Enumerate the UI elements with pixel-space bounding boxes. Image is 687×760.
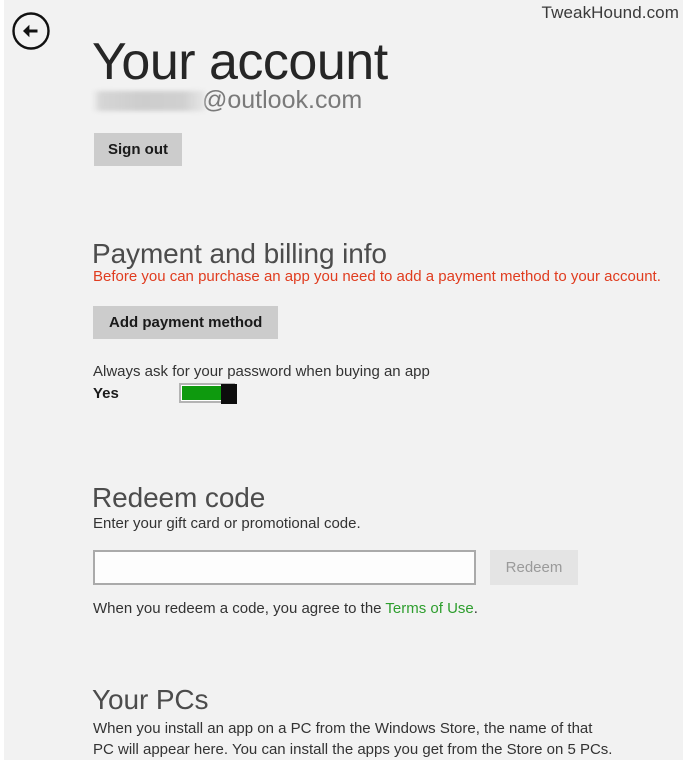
terms-suffix-text: . bbox=[473, 600, 478, 617]
terms-agreement-line: When you redeem a code, you agree to the… bbox=[93, 598, 478, 619]
account-page: TweakHound.com Your account @outlook.com… bbox=[0, 0, 687, 760]
password-prompt-label: Always ask for your password when buying… bbox=[93, 363, 430, 380]
redeem-code-input[interactable] bbox=[93, 550, 476, 585]
account-email: @outlook.com bbox=[92, 86, 362, 115]
back-arrow-circle-icon[interactable] bbox=[10, 10, 52, 52]
redeem-description: Enter your gift card or promotional code… bbox=[93, 515, 361, 532]
payment-warning-text: Before you can purchase an app you need … bbox=[93, 268, 661, 285]
redeem-row: Redeem bbox=[93, 550, 578, 585]
terms-prefix-text: When you redeem a code, you agree to the bbox=[93, 600, 386, 617]
redeem-button[interactable]: Redeem bbox=[490, 550, 578, 585]
password-toggle-row: Yes bbox=[93, 383, 237, 404]
password-toggle-state-label: Yes bbox=[93, 384, 119, 402]
account-email-domain: @outlook.com bbox=[202, 86, 363, 114]
password-toggle-switch[interactable] bbox=[179, 383, 237, 404]
site-watermark: TweakHound.com bbox=[541, 3, 679, 22]
add-payment-method-button[interactable]: Add payment method bbox=[93, 306, 279, 339]
terms-of-use-link[interactable]: Terms of Use bbox=[385, 600, 473, 617]
sign-out-button[interactable]: Sign out bbox=[94, 133, 182, 166]
toggle-thumb bbox=[221, 384, 237, 404]
redeem-section-heading: Redeem code bbox=[92, 482, 266, 514]
redacted-username bbox=[92, 90, 206, 111]
your-pcs-description: When you install an app on a PC from the… bbox=[93, 720, 613, 758]
your-pcs-section-heading: Your PCs bbox=[92, 684, 209, 716]
page-title: Your account bbox=[92, 32, 388, 91]
payment-section-heading: Payment and billing info bbox=[92, 238, 387, 270]
